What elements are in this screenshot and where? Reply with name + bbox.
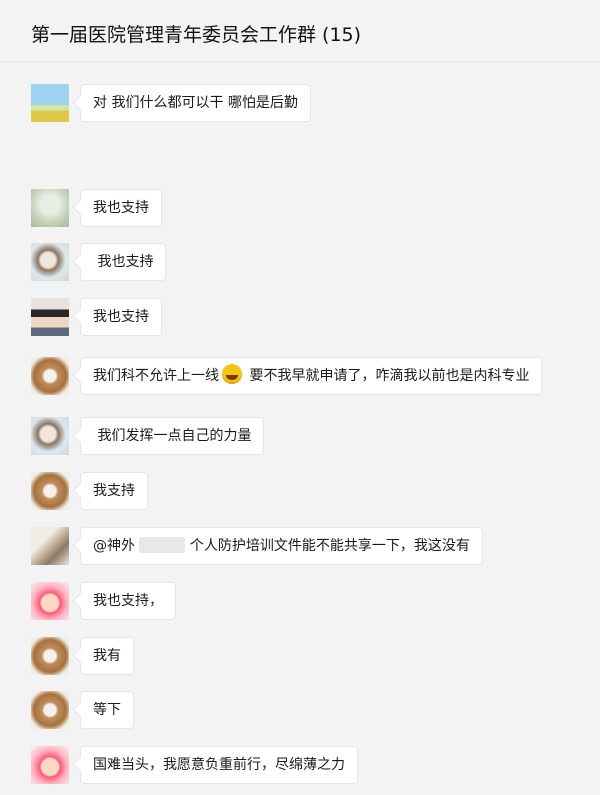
girl-avatar[interactable] [31, 243, 69, 281]
chat-message: 国难当头，我愿意负重前行，尽绵薄之力 [0, 746, 600, 786]
message-bubble: 我也支持 [80, 298, 162, 336]
chat-message: 我有 [0, 637, 600, 677]
landscape-avatar[interactable] [31, 84, 69, 122]
chat-message: 等下 [0, 691, 600, 731]
chat-message: 我也支持， [0, 582, 600, 622]
chat-message: 我也支持 [0, 298, 600, 338]
message-bubble: @神外 个人防护培训文件能不能共享一下，我这没有 [80, 527, 483, 565]
message-bubble: 我有 [80, 637, 134, 675]
message-bubble: 我们科不允许上一线 要不我早就申请了，咋滴我以前也是内科专业 [80, 357, 543, 395]
chat-message: @神外 个人防护培训文件能不能共享一下，我这没有 [0, 527, 600, 567]
message-bubble: 我也支持， [80, 582, 176, 620]
dog-avatar[interactable] [31, 472, 69, 510]
message-bubble: 等下 [80, 691, 134, 729]
message-bubble: 国难当头，我愿意负重前行，尽绵薄之力 [80, 746, 358, 784]
chat-message: 对 我们什么都可以干 哪怕是后勤 [0, 84, 600, 124]
message-bubble: 我也支持 [80, 189, 162, 227]
chat-message: 我们发挥一点自己的力量 [0, 417, 600, 457]
chat-title[interactable]: 第一届医院管理青年委员会工作群 (15) [31, 20, 361, 47]
laughing-tears-emoji [222, 364, 242, 384]
message-bubble: 我也支持 [80, 243, 167, 281]
chat-message: 我支持 [0, 472, 600, 512]
chat-message: 我也支持 [0, 243, 600, 283]
statue-avatar[interactable] [31, 189, 69, 227]
chat-message: 我们科不允许上一线 要不我早就申请了，咋滴我以前也是内科专业 [0, 357, 600, 397]
dog-avatar[interactable] [31, 637, 69, 675]
message-bubble: 我们发挥一点自己的力量 [80, 417, 265, 455]
dog-avatar[interactable] [31, 357, 69, 395]
dog-avatar[interactable] [31, 691, 69, 729]
girl-avatar[interactable] [31, 417, 69, 455]
cartoon-avatar[interactable] [31, 746, 69, 784]
message-bubble: 我支持 [80, 472, 148, 510]
message-bubble: 对 我们什么都可以干 哪怕是后勤 [80, 84, 311, 122]
chat-header: 第一届医院管理青年委员会工作群 (15) [0, 0, 600, 62]
cartoon-avatar[interactable] [31, 582, 69, 620]
hair-avatar[interactable] [31, 527, 69, 565]
boy-avatar[interactable] [31, 298, 69, 336]
chat-message: 我也支持 [0, 189, 600, 229]
redacted-name [139, 537, 186, 553]
